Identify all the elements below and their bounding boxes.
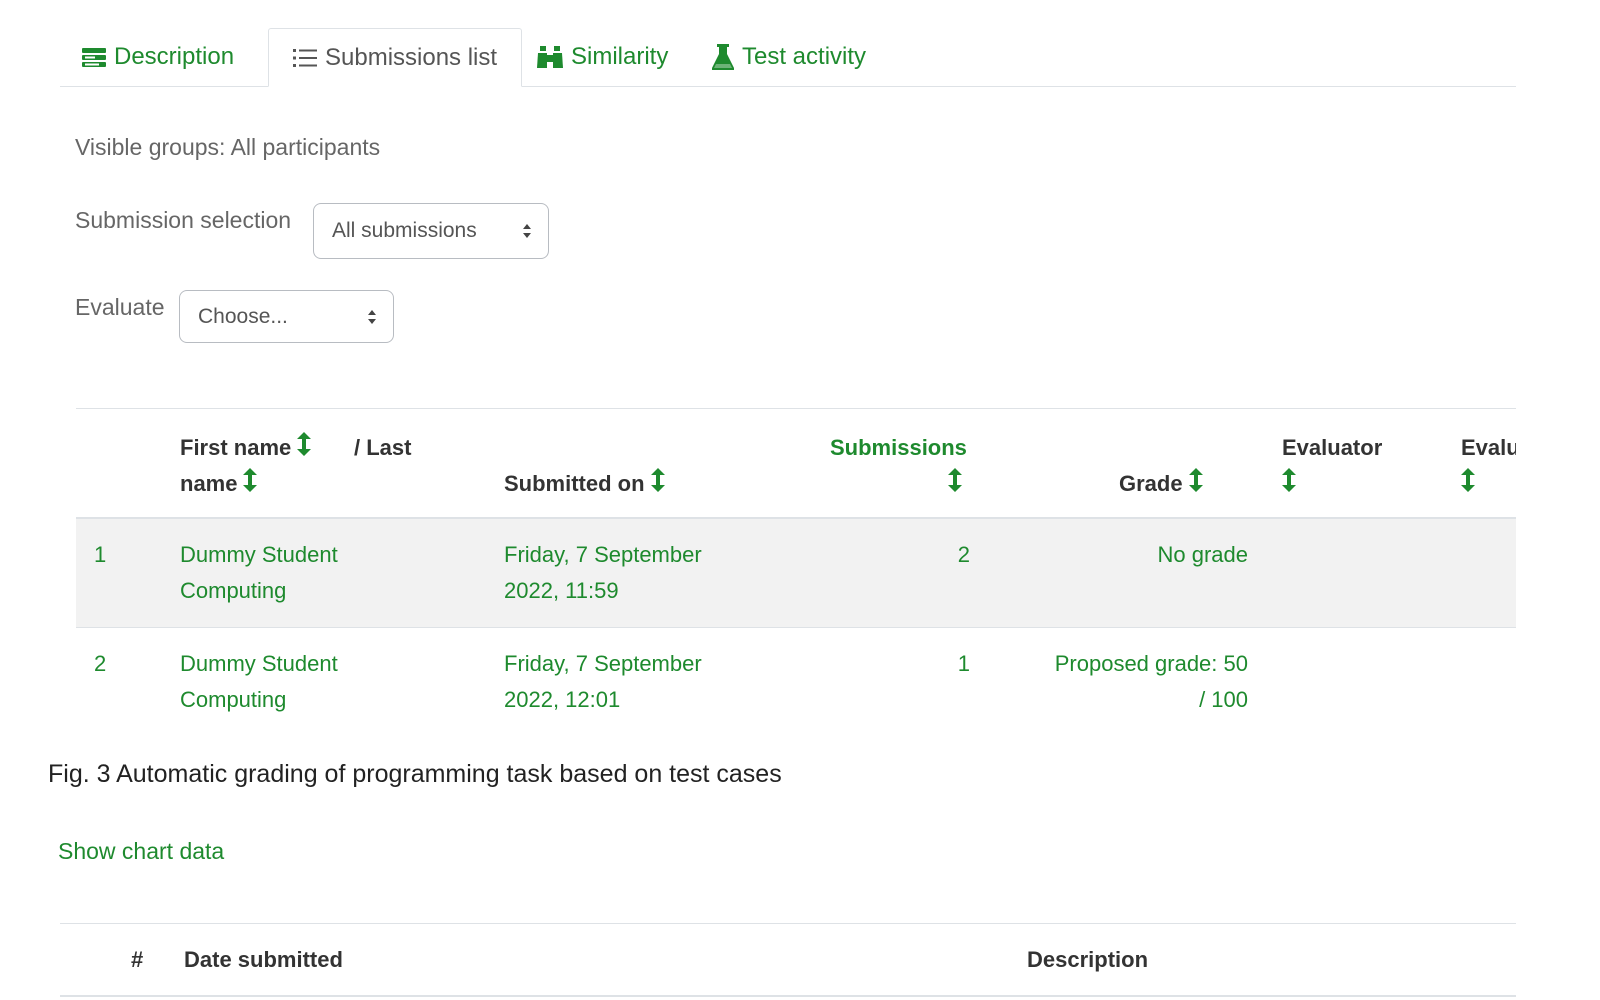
submitted-date-line: 2022, 12:01 — [504, 687, 621, 712]
select-caret-icon — [523, 224, 531, 238]
header-last-name-label: name — [180, 471, 238, 496]
table-divider — [76, 408, 1516, 409]
evaluate-value: Choose... — [198, 304, 288, 328]
sort-icon[interactable] — [1461, 467, 1475, 503]
student-name-line: Computing — [180, 578, 287, 603]
evaluate-label: Evaluate — [75, 294, 165, 320]
header-evaluator-sort[interactable] — [1282, 466, 1296, 503]
sort-icon[interactable] — [1188, 467, 1203, 503]
header-last-name[interactable]: / Last — [354, 430, 411, 466]
submitted-date-line: Friday, 7 September — [504, 542, 702, 567]
table-row: 2 Dummy Student Computing Friday, 7 Sept… — [76, 628, 1516, 733]
tab-similarity-label: Similarity — [571, 43, 669, 70]
header-first-name-label: First name — [180, 435, 292, 460]
header-last-name-cont[interactable]: name — [180, 466, 258, 503]
grade-line: / 100 — [1199, 687, 1248, 712]
submitted-date-line: Friday, 7 September — [504, 651, 702, 676]
header-grade-label: Grade — [1119, 471, 1183, 496]
sort-icon[interactable] — [297, 431, 312, 467]
table-header-divider — [60, 995, 1516, 997]
student-name-line: Dummy Student — [180, 651, 338, 676]
submitted-date-line: 2022, 11:59 — [504, 578, 619, 603]
list-icon — [293, 48, 317, 67]
header-submissions[interactable]: Submissions — [830, 430, 967, 466]
sort-icon[interactable] — [1282, 467, 1296, 503]
tab-bar: Description Submissions list Similarity — [60, 28, 1516, 87]
header-date-submitted: Date submitted — [184, 947, 343, 972]
submissions-table: First name / Last name Submitted on Subm… — [76, 408, 1516, 733]
header-evaluator[interactable]: Evaluator — [1282, 430, 1382, 466]
tab-description[interactable]: Description — [82, 28, 234, 86]
binoculars-icon — [537, 46, 563, 68]
row-number: 2 — [94, 651, 107, 676]
header-first-name[interactable]: First name — [180, 430, 312, 467]
table-row: 1 Dummy Student Computing Friday, 7 Sept… — [76, 519, 1516, 627]
page: Description Submissions list Similarity — [0, 0, 1600, 1000]
header-submitted-on-label: Submitted on — [504, 471, 645, 496]
description-icon — [82, 48, 106, 67]
sort-icon[interactable] — [243, 467, 258, 503]
grade-link[interactable]: No grade — [976, 537, 1248, 573]
table-divider — [60, 923, 1516, 924]
tab-submissions-list-label: Submissions list — [325, 43, 498, 71]
student-name-line: Dummy Student — [180, 542, 338, 567]
student-name-line: Computing — [180, 687, 287, 712]
header-evaluated[interactable]: Evalu — [1461, 430, 1516, 466]
submissions-count-link[interactable]: 1 — [876, 646, 970, 682]
student-name-link[interactable]: Dummy Student Computing — [180, 646, 338, 718]
header-grade[interactable]: Grade — [1119, 466, 1203, 503]
sort-icon[interactable] — [650, 467, 665, 503]
show-chart-data-link[interactable]: Show chart data — [58, 838, 224, 865]
figure-caption: Fig. 3 Automatic grading of programming … — [48, 760, 782, 788]
submission-selection-label: Submission selection — [75, 207, 292, 233]
evaluate-select[interactable]: Choose... — [179, 290, 394, 343]
submissions-count-link[interactable]: 2 — [876, 537, 970, 573]
tab-test-activity-label: Test activity — [742, 43, 867, 70]
submitted-date-link[interactable]: Friday, 7 September 2022, 12:01 — [504, 646, 702, 718]
grade-line: Proposed grade: 50 — [1054, 651, 1248, 676]
submitted-date-link[interactable]: Friday, 7 September 2022, 11:59 — [504, 537, 702, 609]
select-caret-icon — [368, 309, 376, 324]
header-number: # — [131, 947, 144, 972]
tab-description-label: Description — [114, 43, 235, 70]
row-number: 1 — [94, 542, 107, 567]
flask-icon — [712, 44, 734, 70]
tab-similarity[interactable]: Similarity — [537, 28, 668, 86]
submission-selection-value: All submissions — [332, 219, 477, 242]
grade-link[interactable]: Proposed grade: 50 / 100 — [976, 646, 1248, 718]
header-submissions-sort[interactable] — [942, 466, 962, 503]
submission-selection-select[interactable]: All submissions — [313, 203, 549, 259]
sort-icon[interactable] — [948, 467, 962, 503]
tab-test-activity[interactable]: Test activity — [712, 28, 866, 86]
tab-submissions-list[interactable]: Submissions list — [268, 28, 523, 87]
student-name-link[interactable]: Dummy Student Computing — [180, 537, 338, 609]
grade-line: No grade — [1157, 542, 1248, 567]
visible-groups-text: Visible groups: All participants — [75, 134, 381, 160]
header-evaluated-sort[interactable] — [1461, 466, 1475, 503]
header-submitted-on[interactable]: Submitted on — [504, 466, 665, 503]
header-description: Description — [1027, 947, 1149, 972]
